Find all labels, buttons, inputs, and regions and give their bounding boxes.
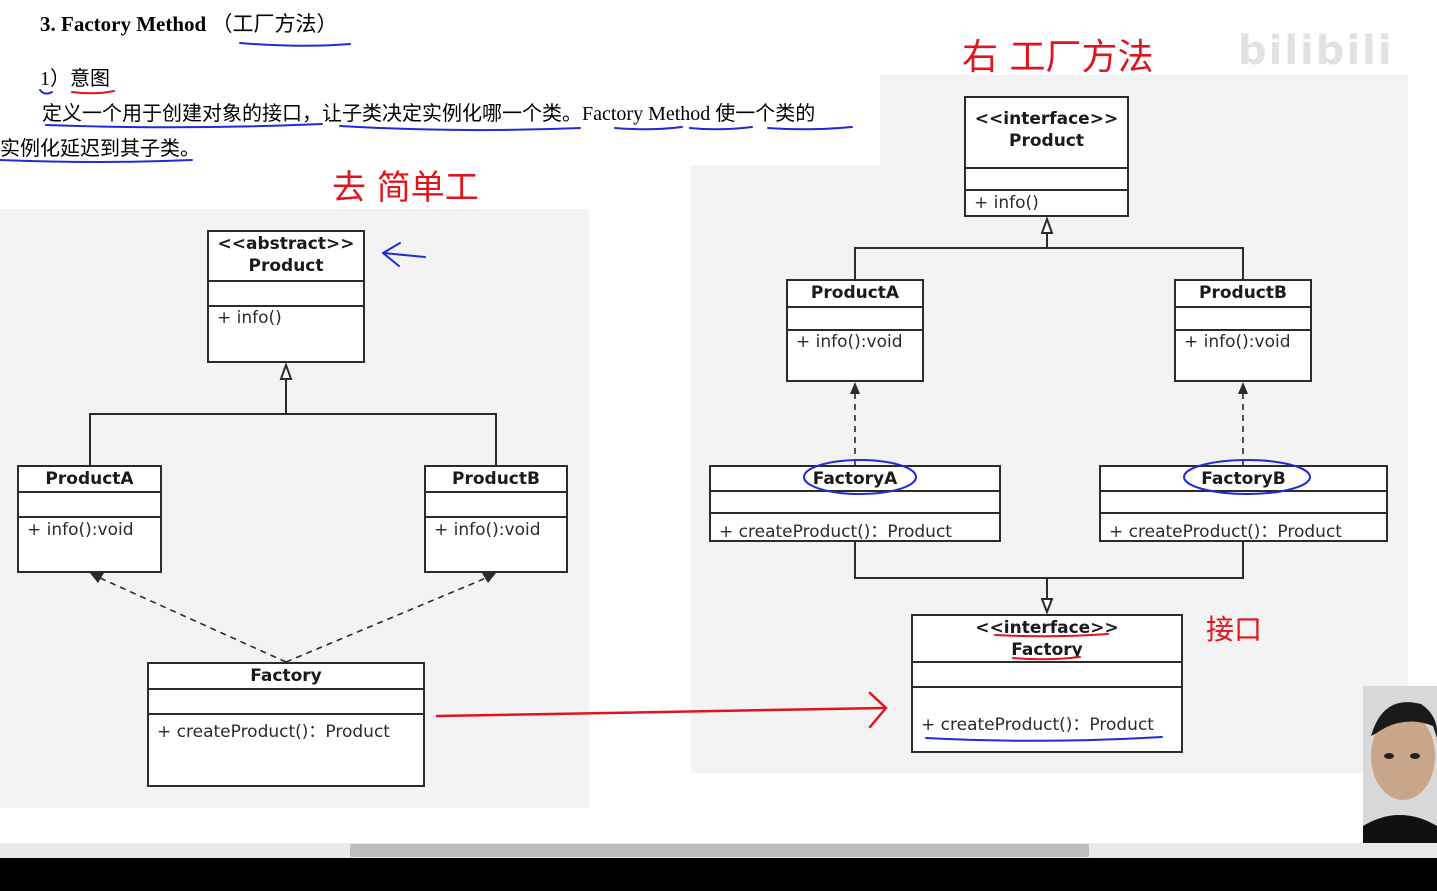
right-product-a-class: ProductA + info():void bbox=[786, 279, 924, 382]
stereotype-label: <<interface>> bbox=[974, 109, 1119, 129]
class-method: + createProduct()：Product bbox=[921, 715, 1154, 735]
class-name: ProductB bbox=[452, 469, 540, 489]
right-interface-product-class: <<interface>> Product + info() bbox=[964, 96, 1129, 217]
class-method: + createProduct()：Product bbox=[157, 722, 390, 742]
intent-paragraph-line2: 实例化延迟到其子类。 bbox=[0, 138, 200, 160]
class-name: Factory bbox=[1011, 640, 1083, 660]
class-name: ProductB bbox=[1199, 283, 1287, 303]
class-name: FactoryA bbox=[812, 469, 898, 489]
heading-number: 3. bbox=[40, 12, 56, 36]
presenter-image bbox=[1363, 686, 1437, 858]
subheading-intent: 1）意图 bbox=[40, 68, 110, 90]
class-name: FactoryB bbox=[1201, 469, 1286, 489]
right-factory-b-class: FactoryB + createProduct()：Product bbox=[1099, 465, 1388, 542]
class-method: + createProduct()：Product bbox=[1109, 522, 1342, 542]
stereotype-label: <<interface>> bbox=[975, 618, 1119, 638]
handwritten-right-note: 右 工厂方法 bbox=[962, 37, 1154, 78]
left-abstract-product-class: <<abstract>> Product + info() bbox=[207, 230, 365, 363]
class-method: + info():void bbox=[27, 520, 134, 540]
intent-paragraph-line1: 定义一个用于创建对象的接口，让子类决定实例化哪一个类。Factory Metho… bbox=[42, 103, 816, 125]
class-method: + info() bbox=[974, 193, 1039, 213]
section-heading: 3. Factory Method （工厂方法） bbox=[40, 8, 337, 38]
webcam-overlay bbox=[1363, 686, 1437, 858]
left-factory-class: Factory + createProduct()：Product bbox=[147, 662, 425, 787]
class-method: + createProduct()：Product bbox=[719, 522, 952, 542]
stereotype-label: <<abstract>> bbox=[217, 234, 355, 254]
handwritten-left-note: 去 简单工 bbox=[332, 168, 479, 208]
right-diagram-panel-top bbox=[880, 75, 1408, 170]
class-name: ProductA bbox=[810, 283, 900, 303]
right-factory-a-class: FactoryA + createProduct()：Product bbox=[709, 465, 1001, 542]
class-method: + info():void bbox=[434, 520, 541, 540]
right-interface-factory-class: <<interface>> Factory + createProduct()：… bbox=[911, 614, 1183, 753]
document-page: 3. Factory Method （工厂方法） 1）意图 定义一个用于创建对象… bbox=[0, 0, 1437, 858]
bilibili-watermark: bilibili bbox=[1238, 28, 1394, 74]
bottom-black-bar bbox=[0, 858, 1437, 891]
class-name: Product bbox=[248, 256, 324, 276]
horizontal-scrollbar-thumb[interactable] bbox=[350, 844, 1089, 857]
left-product-a-class: ProductA + info():void bbox=[17, 465, 162, 573]
class-method: + info():void bbox=[1184, 332, 1291, 352]
class-name: ProductA bbox=[45, 469, 134, 489]
handwritten-interface-note: 接口 bbox=[1206, 613, 1263, 646]
class-method: + info():void bbox=[796, 332, 903, 352]
left-product-b-class: ProductB + info():void bbox=[424, 465, 568, 573]
right-product-b-class: ProductB + info():void bbox=[1174, 279, 1312, 382]
heading-cn: （工厂方法） bbox=[211, 12, 338, 36]
class-name: Factory bbox=[250, 666, 322, 686]
class-method: + info() bbox=[217, 308, 282, 328]
class-name: Product bbox=[1009, 131, 1084, 151]
heading-title: Factory Method bbox=[61, 12, 207, 36]
